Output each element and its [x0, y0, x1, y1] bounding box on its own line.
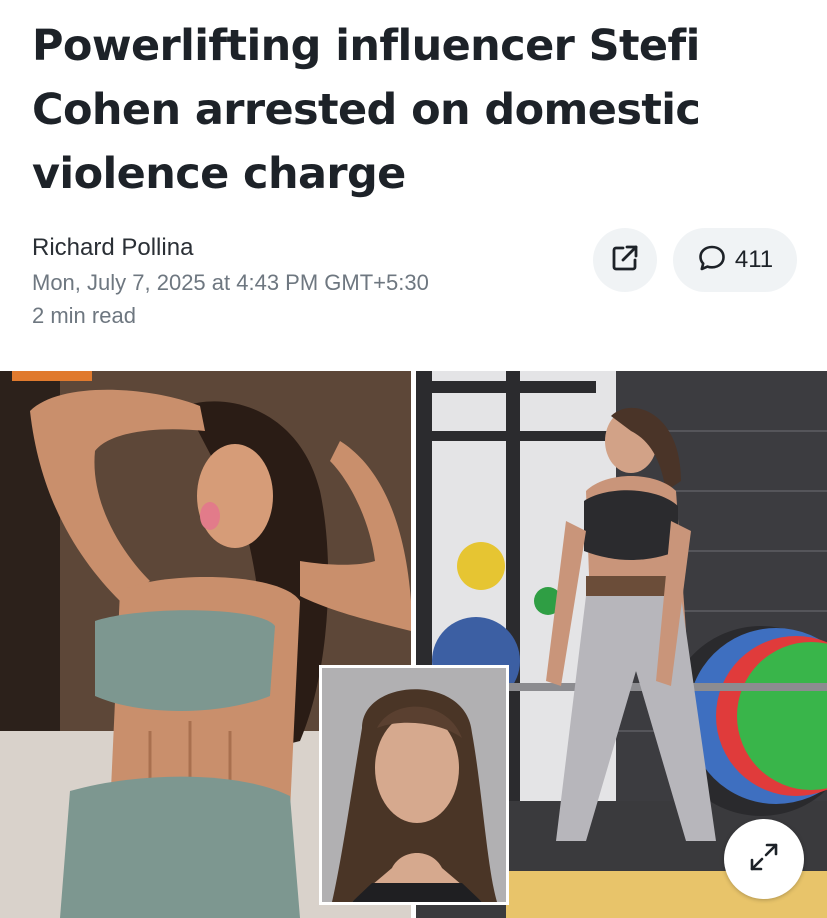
article-headline: Powerlifting influencer Stefi Cohen arre… — [32, 21, 701, 199]
author-name[interactable]: Richard Pollina — [32, 234, 193, 262]
article-page: Powerlifting influencer Stefi Cohen arre… — [0, 0, 827, 918]
photo-mugshot[interactable] — [319, 665, 509, 905]
expand-image-button[interactable] — [724, 819, 804, 899]
comments-button[interactable]: 411 — [673, 228, 797, 292]
image-top-spacer — [0, 360, 827, 371]
expand-icon — [747, 840, 781, 879]
comment-bubble-icon — [697, 243, 727, 278]
comment-count: 411 — [734, 246, 774, 273]
publish-timestamp: Mon, July 7, 2025 at 4:43 PM GMT+5:30 — [32, 270, 429, 295]
share-button[interactable] — [593, 228, 657, 292]
read-time: 2 min read — [32, 303, 136, 328]
share-icon — [610, 243, 640, 278]
